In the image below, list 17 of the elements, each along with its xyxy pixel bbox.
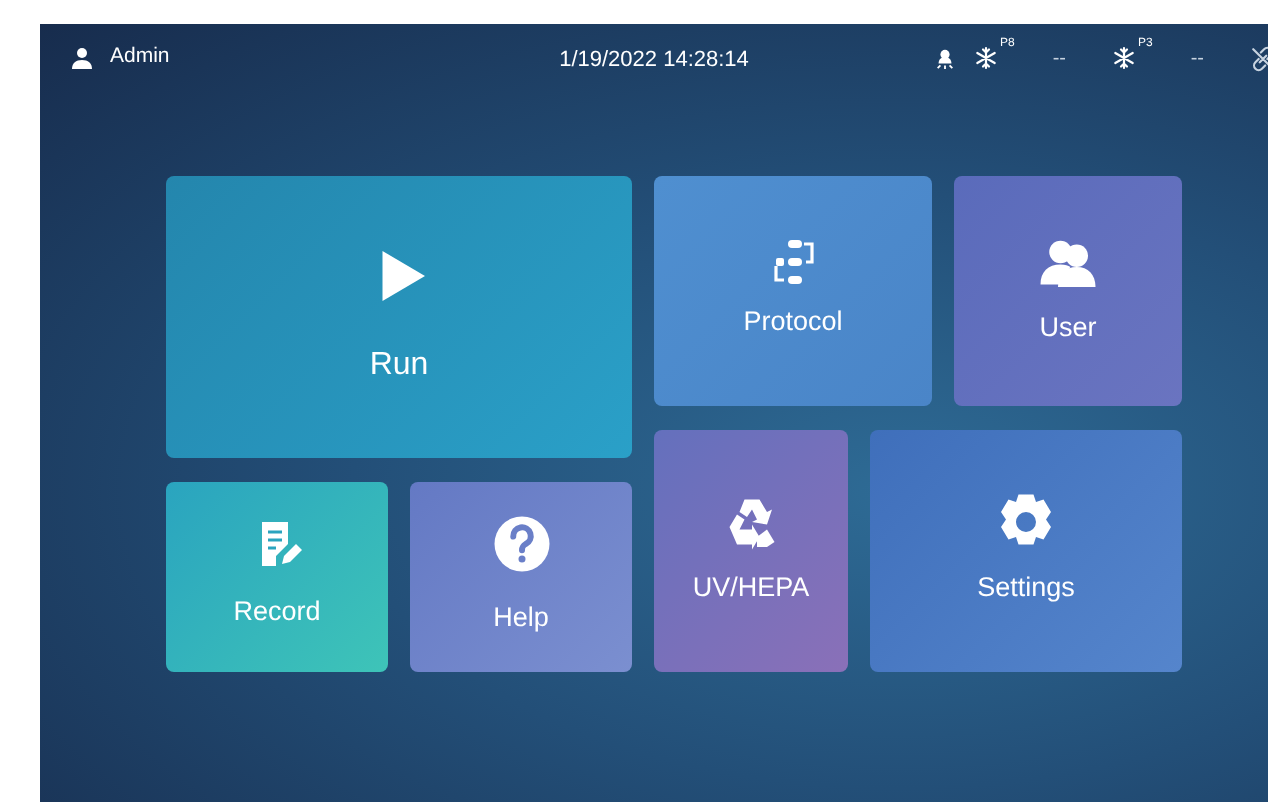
tile-button[interactable]: UV/HEPA <box>654 430 848 672</box>
user-icon <box>70 46 94 70</box>
tile-button[interactable]: User <box>954 176 1182 406</box>
snowflake-icon <box>973 46 998 70</box>
indicator-value: -- <box>1190 45 1204 73</box>
flowchart-icon <box>769 238 817 287</box>
indicator-value: -- <box>1052 45 1066 73</box>
snowflake-icon <box>1111 46 1136 70</box>
lamp-icon <box>933 47 956 69</box>
date-time: 1/19/2022 14:28:14 <box>559 48 749 72</box>
tile-button[interactable]: Protocol <box>654 176 932 406</box>
tile-button[interactable]: Run <box>166 176 632 458</box>
tile-button[interactable]: Help <box>410 482 632 672</box>
tile-button[interactable]: Record <box>166 482 388 672</box>
tile-button[interactable]: Settings <box>870 430 1182 672</box>
help-icon <box>491 514 551 575</box>
user-name: Admin <box>110 42 170 73</box>
